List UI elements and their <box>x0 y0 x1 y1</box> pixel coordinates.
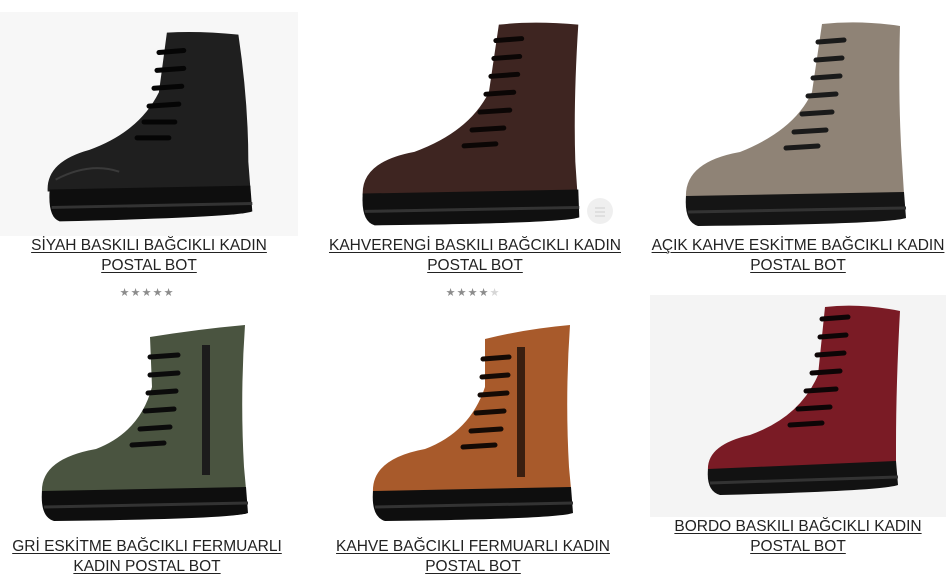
product-title-3[interactable]: AÇIK KAHVE ESKİTME BAĞCIKLI KADIN POSTAL… <box>650 236 946 276</box>
product-title-2[interactable]: KAHVERENGİ BASKILI BAĞCIKLI KADIN POSTAL… <box>325 236 625 276</box>
product-card-2[interactable]: KAHVERENGİ BASKILI BAĞCIKLI KADIN POSTAL… <box>325 0 625 300</box>
product-image-5[interactable] <box>325 317 623 527</box>
product-title-4[interactable]: GRİ ESKİTME BAĞCIKLI FERMUARLI KADIN POS… <box>0 537 300 577</box>
star-icon: ★ <box>478 287 489 299</box>
rating-stars-1: ★ ★ ★ ★ ★ <box>119 287 174 299</box>
product-title-6[interactable]: BORDO BASKILI BAĞCIKLI KADIN POSTAL BOT <box>650 517 946 557</box>
product-card-1[interactable]: SİYAH BASKILI BAĞCIKLI KADIN POSTAL BOT … <box>0 0 300 300</box>
product-image-6[interactable] <box>650 295 946 517</box>
star-icon: ★ <box>489 287 500 299</box>
star-icon: ★ <box>456 287 467 299</box>
boot-image-brown <box>362 22 580 226</box>
product-card-4[interactable]: GRİ ESKİTME BAĞCIKLI FERMUARLI KADIN POS… <box>0 305 300 586</box>
zipper-icon <box>517 347 525 477</box>
rating-stars-2: ★ ★ ★ ★ ★ <box>445 287 500 299</box>
product-image-4[interactable] <box>0 317 298 527</box>
product-image-1[interactable] <box>0 12 298 236</box>
boot-image-light-brown <box>685 22 907 226</box>
product-title-5[interactable]: KAHVE BAĞCIKLI FERMUARLI KADIN POSTAL BO… <box>323 537 623 577</box>
product-title-1[interactable]: SİYAH BASKILI BAĞCIKLI KADIN POSTAL BOT <box>0 236 298 276</box>
product-card-6[interactable]: BORDO BASKILI BAĞCIKLI KADIN POSTAL BOT <box>650 295 946 586</box>
product-card-3[interactable]: AÇIK KAHVE ESKİTME BAĞCIKLI KADIN POSTAL… <box>650 0 946 300</box>
product-card-5[interactable]: KAHVE BAĞCIKLI FERMUARLI KADIN POSTAL BO… <box>325 305 625 586</box>
product-image-3[interactable] <box>650 12 946 236</box>
star-icon: ★ <box>467 287 478 299</box>
boot-image-tan <box>372 325 574 521</box>
boot-image-burgundy <box>707 305 900 495</box>
star-icon: ★ <box>445 287 456 299</box>
zipper-icon <box>202 345 210 475</box>
watermark-icon <box>587 198 613 224</box>
star-icon: ★ <box>152 287 163 299</box>
star-icon: ★ <box>130 287 141 299</box>
star-icon: ★ <box>119 287 130 299</box>
star-icon: ★ <box>141 287 152 299</box>
product-image-2[interactable] <box>325 12 623 236</box>
star-icon: ★ <box>163 287 174 299</box>
boot-image-grey-green <box>41 325 249 521</box>
boot-image-black <box>47 31 253 222</box>
